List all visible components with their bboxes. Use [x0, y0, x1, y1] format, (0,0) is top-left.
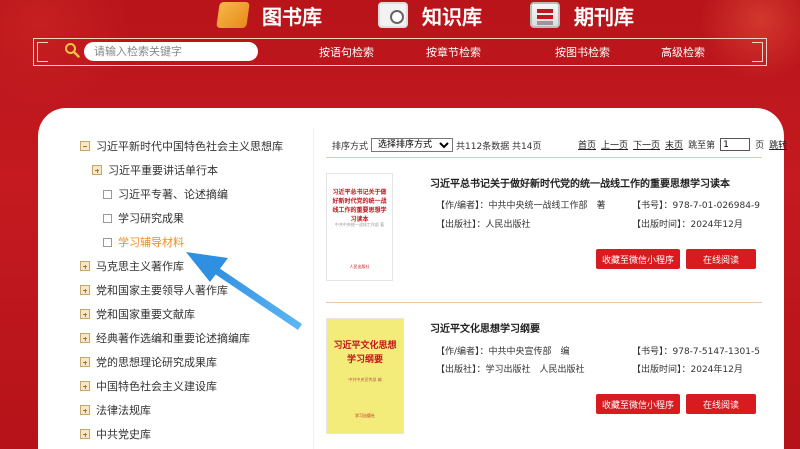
- tree-item-label: 习近平重要讲话单行本: [108, 164, 218, 177]
- book-publisher: 【出版社】：人民出版社: [436, 220, 531, 230]
- page-number-input[interactable]: [720, 138, 751, 151]
- journal-icon: [530, 2, 560, 28]
- search-by-book-link[interactable]: 按图书检索: [555, 44, 610, 60]
- page-unit: 页: [755, 141, 765, 151]
- book-publish-date: 【出版时间】：2024年12月: [632, 220, 743, 230]
- collect-to-wechat-button[interactable]: 收藏至微信小程序: [596, 249, 680, 269]
- pagination: 首页 上一页 下一页 末页 跳至第 页 跳转: [578, 138, 787, 151]
- tree-item-theory[interactable]: 党的思想理论研究成果库: [80, 354, 217, 370]
- checkbox[interactable]: [103, 189, 112, 199]
- tree-item-label: 中国特色社会主义建设库: [96, 380, 217, 393]
- book-isbn: 【书号】：978-7-5147-1301-5: [632, 347, 760, 357]
- jump-link[interactable]: 跳转: [769, 138, 787, 151]
- book-title[interactable]: 习近平文化思想学习纲要: [430, 320, 540, 335]
- tree-item-research[interactable]: 学习研究成果: [103, 210, 184, 226]
- book-list-item: 习近平文化思想学习纲要 中共中央宣传部 编 学习出版社 习近平文化思想学习纲要 …: [326, 308, 762, 448]
- next-page-link[interactable]: 下一页: [633, 138, 660, 151]
- nav-journal-label: 期刊库: [574, 4, 634, 29]
- sort-toolbar: 排序方式 选择排序方式 共112条数据 共14页: [332, 138, 542, 152]
- prev-page-link[interactable]: 上一页: [601, 138, 628, 151]
- search-input[interactable]: [84, 42, 258, 61]
- knowledge-search-icon: [378, 2, 408, 28]
- expand-icon[interactable]: [80, 381, 90, 391]
- nav-knowledge-label: 知识库: [422, 4, 482, 29]
- jump-label: 跳至第: [688, 141, 716, 151]
- read-online-button[interactable]: 在线阅读: [686, 394, 756, 414]
- book-publish-date: 【出版时间】：2024年12月: [632, 365, 743, 375]
- cover-title: 习近平总书记关于做好新时代党的统一战线工作的重要思想学习读本: [332, 189, 387, 223]
- search-by-sentence-link[interactable]: 按语句检索: [319, 44, 374, 60]
- nav-library-label: 图书库: [262, 4, 322, 29]
- book-cover[interactable]: 习近平总书记关于做好新时代党的统一战线工作的重要思想学习读本 中共中央统一战线工…: [326, 173, 393, 281]
- expand-icon[interactable]: [80, 429, 90, 439]
- books-icon: [216, 2, 250, 28]
- cover-subtitle: 中共中央宣传部 编: [348, 377, 382, 382]
- checkbox[interactable]: [103, 213, 112, 223]
- search-by-chapter-link[interactable]: 按章节检索: [426, 44, 481, 60]
- tree-item-party-history[interactable]: 中共党史库: [80, 426, 151, 442]
- book-author: 【作/编者】：中共中央统一战线工作部 著: [436, 201, 606, 211]
- cover-publisher: 学习出版社: [355, 413, 375, 418]
- expand-icon[interactable]: [80, 357, 90, 367]
- sort-select[interactable]: 选择排序方式: [371, 138, 454, 152]
- nav-knowledge[interactable]: 知识库: [378, 0, 482, 30]
- tree-item-label: 党的思想理论研究成果库: [96, 356, 217, 369]
- last-page-link[interactable]: 末页: [665, 138, 683, 151]
- book-list-item: 习近平总书记关于做好新时代党的统一战线工作的重要思想学习读本 中共中央统一战线工…: [326, 165, 762, 305]
- expand-icon[interactable]: [80, 405, 90, 415]
- tree-item-xi-thought[interactable]: 习近平新时代中国特色社会主义思想库: [80, 138, 283, 154]
- collapse-icon[interactable]: [80, 141, 90, 151]
- tree-item-label: 习近平专著、论述摘编: [118, 188, 228, 201]
- book-separator: [326, 302, 762, 303]
- book-title[interactable]: 习近平总书记关于做好新时代党的统一战线工作的重要思想学习读本: [430, 175, 730, 190]
- tree-item-label: 法律法规库: [96, 404, 151, 417]
- search-icon[interactable]: [64, 42, 80, 58]
- expand-icon[interactable]: [80, 261, 90, 271]
- tree-item-marxism[interactable]: 马克思主义著作库: [80, 258, 184, 274]
- tree-item-label: 学习研究成果: [118, 212, 184, 225]
- tree-item-socialism[interactable]: 中国特色社会主义建设库: [80, 378, 217, 394]
- expand-icon[interactable]: [92, 165, 102, 175]
- expand-icon[interactable]: [80, 309, 90, 319]
- content-divider: [313, 128, 314, 449]
- expand-icon[interactable]: [80, 285, 90, 295]
- nav-journal[interactable]: 期刊库: [530, 0, 634, 30]
- read-online-button[interactable]: 在线阅读: [686, 249, 756, 269]
- tree-item-monographs[interactable]: 习近平专著、论述摘编: [103, 186, 228, 202]
- toolbar-separator: [326, 157, 762, 158]
- sort-label: 排序方式: [332, 141, 369, 152]
- book-author: 【作/编者】：中共中央宣传部 编: [436, 347, 570, 357]
- tree-item-laws[interactable]: 法律法规库: [80, 402, 151, 418]
- annotation-arrow-icon: [186, 252, 302, 330]
- advanced-search-link[interactable]: 高级检索: [661, 44, 705, 60]
- collect-to-wechat-button[interactable]: 收藏至微信小程序: [596, 394, 680, 414]
- checkbox[interactable]: [103, 237, 112, 247]
- book-cover[interactable]: 习近平文化思想学习纲要 中共中央宣传部 编 学习出版社: [326, 318, 404, 434]
- first-page-link[interactable]: 首页: [578, 138, 596, 151]
- book-publisher: 【出版社】：学习出版社 人民出版社: [436, 365, 585, 375]
- cover-publisher: 人民出版社: [349, 264, 370, 269]
- tree-item-speeches[interactable]: 习近平重要讲话单行本: [92, 162, 218, 178]
- cover-subtitle: 中共中央统一战线工作部 著: [334, 222, 385, 227]
- top-navigation: 图书库 知识库 期刊库: [0, 0, 800, 34]
- expand-icon[interactable]: [80, 333, 90, 343]
- tree-item-label: 中共党史库: [96, 428, 151, 441]
- cover-title: 习近平文化思想学习纲要: [333, 341, 397, 365]
- book-isbn: 【书号】：978-7-01-026984-9: [632, 201, 760, 211]
- nav-library[interactable]: 图书库: [216, 0, 322, 30]
- result-summary: 共112条数据 共14页: [456, 141, 542, 152]
- tree-item-label: 习近平新时代中国特色社会主义思想库: [96, 140, 283, 153]
